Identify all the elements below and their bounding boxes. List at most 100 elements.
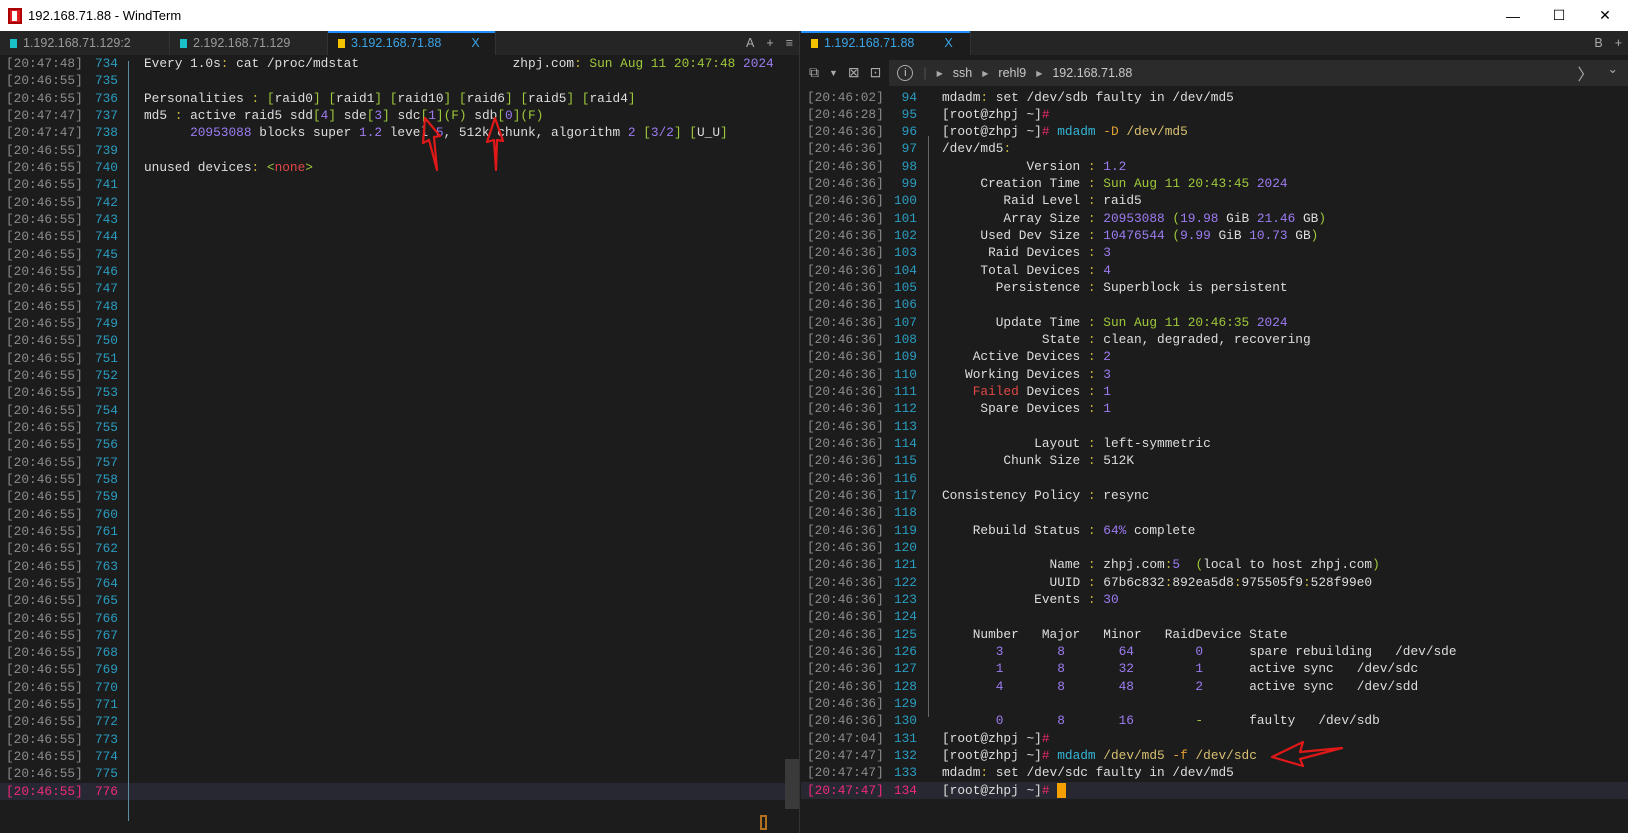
text-segment: /dev/md5 <box>942 141 1004 157</box>
tab-label: 1.192.168.71.129:2 <box>23 36 131 50</box>
line-number: 775 <box>94 766 118 782</box>
text-segment: 10476544 <box>1103 228 1165 244</box>
right-terminal-pane[interactable]: 1.192.168.71.88 X B + ⧉ ▼ ⊠ ⊡ i | ▶ ssh ▶… <box>801 31 1628 833</box>
timestamp: [20:46:36] <box>807 332 884 348</box>
tab-close-icon[interactable]: X <box>944 36 952 50</box>
text-segment: GiB <box>1210 228 1250 244</box>
line-text: Failed Devices : 1 <box>942 383 1111 400</box>
line-number: 759 <box>94 489 118 505</box>
left-terminal-pane[interactable]: 1.192.168.71.129:2 2.192.168.71.129 3.19… <box>0 31 800 833</box>
text-segment: 2 <box>1134 678 1204 694</box>
timestamp: [20:46:36] <box>807 470 884 486</box>
text-segment: Events <box>942 592 1088 608</box>
minimize-button[interactable]: — <box>1490 0 1536 31</box>
line-number: 767 <box>94 627 118 643</box>
terminal-line: [20:46:55] 746 <box>0 263 799 280</box>
terminal-output[interactable]: [20:46:02] 94 mdadm: set /dev/sdb faulty i… <box>801 89 1628 799</box>
text-segment: ( <box>1164 210 1181 226</box>
terminal-line: [20:46:55] 770 <box>0 679 799 696</box>
new-tab-icon[interactable]: + <box>766 36 773 50</box>
text-segment: /dev/sdc <box>1187 747 1257 763</box>
timestamp: [20:46:55] <box>6 263 83 279</box>
text-segment: : <box>174 107 191 123</box>
tab-session-1-right[interactable]: 1.192.168.71.88 X <box>801 31 971 55</box>
text-segment: Update Time <box>942 314 1088 330</box>
line-number: 737 <box>94 107 118 123</box>
text-segment: Version <box>942 158 1088 174</box>
terminal-line: [20:46:36] 127 1 8 32 1 active sync /dev/… <box>801 660 1628 677</box>
line-number: 751 <box>94 350 118 366</box>
terminal-output[interactable]: [20:47:48] 734 Every 1.0s: cat /proc/mdsta… <box>0 55 799 801</box>
line-number: 747 <box>94 281 118 297</box>
text-segment: blocks super <box>251 125 360 141</box>
timestamp: [20:46:36] <box>807 297 884 313</box>
dropdown-icon[interactable]: ▼ <box>829 64 838 82</box>
text-segment: ] [ <box>443 90 467 106</box>
terminal-line: [20:46:55] 742 <box>0 194 799 211</box>
window-title: 192.168.71.88 - WindTerm <box>28 8 182 23</box>
terminal-line: [20:46:55] 754 <box>0 402 799 419</box>
line-number: 749 <box>94 315 118 331</box>
line-text: Update Time : Sun Aug 11 20:46:35 2024 <box>942 314 1288 331</box>
tab-session-2[interactable]: 2.192.168.71.129 <box>170 31 328 55</box>
text-segment: : <box>1087 557 1104 573</box>
text-segment: Number Major Minor RaidDevice State <box>942 626 1288 642</box>
close-button[interactable]: ✕ <box>1582 0 1628 31</box>
line-number: 119 <box>893 522 917 538</box>
pane-label[interactable]: B <box>1594 36 1602 50</box>
text-segment: : <box>1087 245 1104 261</box>
text-segment: 67b6c832 <box>1103 574 1165 590</box>
line-text: [root@zhpj ~]# <box>942 782 1067 799</box>
line-number: 736 <box>94 90 118 106</box>
timestamp: [20:47:47] <box>6 125 83 141</box>
timestamp: [20:46:55] <box>6 610 83 626</box>
text-segment: 2 <box>1103 349 1111 365</box>
text-segment: 5 <box>1172 557 1181 573</box>
maximize-button[interactable]: ☐ <box>1536 0 1582 31</box>
forward-icon[interactable]: 〉 <box>1578 61 1594 85</box>
close-session-icon[interactable]: ⊠ <box>848 64 860 82</box>
tab-session-1[interactable]: 1.192.168.71.129:2 <box>0 31 170 55</box>
tab-close-icon[interactable]: X <box>471 36 479 50</box>
text-segment: 528f99e0 <box>1310 574 1373 590</box>
new-tab-icon[interactable]: + <box>1615 36 1622 50</box>
terminal-line: [20:46:36] 109 Active Devices : 2 <box>801 348 1628 365</box>
text-segment: zhpj.com <box>1103 557 1165 573</box>
terminal-line: [20:46:36] 104 Total Devices : 4 <box>801 262 1628 279</box>
scroll-marker <box>760 815 767 830</box>
scrollbar[interactable] <box>785 759 799 809</box>
line-number: 96 <box>901 124 917 140</box>
line-number: 106 <box>893 297 917 313</box>
timestamp: [20:47:04] <box>807 730 884 746</box>
pane-label[interactable]: A <box>746 36 754 50</box>
line-text: State : clean, degraded, recovering <box>942 331 1311 348</box>
text-segment: faulty /dev/sdb <box>1203 713 1380 729</box>
line-number: 765 <box>94 593 118 609</box>
breadcrumb-item[interactable]: rehl9 <box>998 66 1026 80</box>
breadcrumb-item[interactable]: ssh <box>953 66 972 80</box>
text-segment: 16 <box>1064 713 1134 729</box>
line-number: 121 <box>893 557 917 573</box>
tab-session-3[interactable]: 3.192.168.71.88 X <box>328 31 496 55</box>
timestamp: [20:46:55] <box>6 73 83 89</box>
line-text: 4 8 48 2 active sync /dev/sdd <box>942 678 1418 695</box>
text-segment: ] <box>627 90 636 106</box>
line-text: Used Dev Size : 10476544 (9.99 GiB 10.73… <box>942 227 1318 244</box>
menu-icon[interactable]: ≡ <box>786 36 793 50</box>
terminal-line: [20:47:04] 131 [root@zhpj ~]# <box>801 730 1628 747</box>
text-segment: [ <box>497 107 506 123</box>
text-segment: raid1 <box>336 90 375 106</box>
info-icon[interactable]: i <box>897 65 914 81</box>
breadcrumb-item[interactable]: 192.168.71.88 <box>1052 66 1132 80</box>
line-number: 130 <box>893 713 917 729</box>
new-session-icon[interactable]: ⧉ <box>809 64 819 82</box>
text-segment: Sun Aug 11 20:46:35 <box>1103 314 1250 330</box>
terminal-line: [20:46:36] 103 Raid Devices : 3 <box>801 244 1628 261</box>
text-segment: 1 <box>1134 661 1204 677</box>
expand-icon[interactable]: ⌄ <box>1608 61 1618 85</box>
terminal-line: [20:46:55] 756 <box>0 436 799 453</box>
duplicate-session-icon[interactable]: ⊡ <box>870 64 882 82</box>
line-number: 129 <box>893 695 917 711</box>
timestamp: [20:46:36] <box>807 574 884 590</box>
terminal-line: [20:46:55] 755 <box>0 419 799 436</box>
